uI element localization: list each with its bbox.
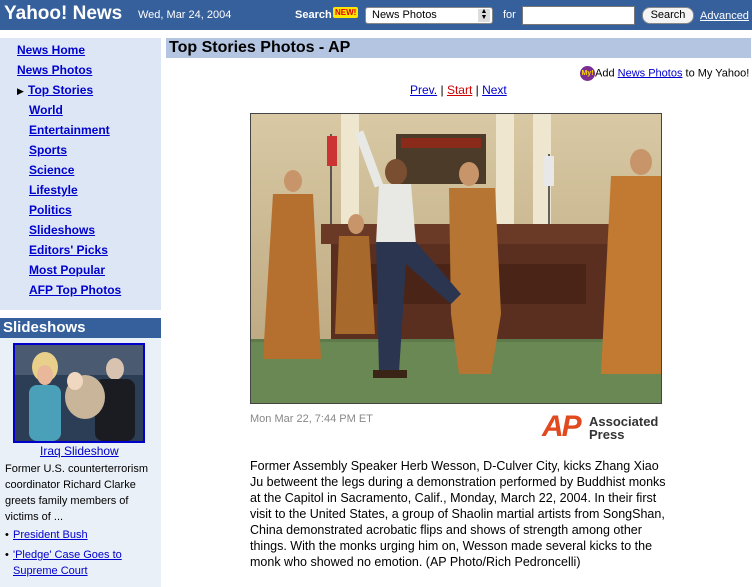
nav-science[interactable]: Science [29,163,74,177]
slideshow-thumbnail-image [15,345,143,441]
search-scope-value: News Photos [372,9,437,21]
pager-separator: | [475,83,479,97]
start-link[interactable]: Start [447,83,472,97]
add-news-photos-link[interactable]: News Photos [618,67,683,79]
photo-caption-story: Former Assembly Speaker Herb Wesson, D-C… [250,459,666,569]
nav-politics[interactable]: Politics [29,203,72,217]
slideshow-link-pledge-case-line2[interactable]: Supreme Court [13,563,88,579]
slideshow-link-pledge-case[interactable]: 'Pledge' Case Goes to [13,547,122,563]
pager-separator: | [440,83,444,97]
ap-logo-letters: AP [542,410,582,443]
search-input[interactable] [522,6,635,25]
photo-pager: Prev. | Start | Next [410,83,507,97]
nav-news-photos[interactable]: News Photos [17,63,92,77]
page-title: Top Stories Photos - AP [169,39,351,56]
slideshow-link-president-bush[interactable]: President Bush [13,527,88,543]
select-arrows-icon: ▲ ▼ [478,8,490,22]
bullet-icon: • [5,529,9,541]
nav-top-stories[interactable]: Top Stories [28,83,93,97]
bullet-icon: • [5,549,9,561]
advanced-search-link[interactable]: Advanced [700,10,749,22]
iraq-slideshow-thumbnail[interactable] [13,343,145,443]
yahoo-news-logo[interactable]: Yahoo! News [4,3,122,25]
prev-link[interactable]: Prev. [410,83,437,97]
nav-most-popular[interactable]: Most Popular [29,263,105,277]
nav-sports[interactable]: Sports [29,143,67,157]
nav-editors-picks[interactable]: Editors' Picks [29,243,108,257]
iraq-slideshow-link[interactable]: Iraq Slideshow [40,444,119,458]
photo-timestamp: Mon Mar 22, 7:44 PM ET [250,413,373,425]
nav-lifestyle[interactable]: Lifestyle [29,183,78,197]
search-button[interactable]: Search [642,7,694,24]
nav-entertainment[interactable]: Entertainment [29,123,110,137]
my-yahoo-icon: My! [580,66,595,81]
header-date: Wed, Mar 24, 2004 [138,9,232,21]
news-photo[interactable] [250,113,662,404]
add-suffix: to My Yahoo! [685,67,750,80]
nav-slideshows[interactable]: Slideshows [29,223,95,237]
news-photo-image [251,114,661,403]
slideshows-header: Slideshows [0,318,161,338]
next-link[interactable]: Next [482,83,507,97]
search-scope-select[interactable]: News Photos ▲ ▼ [365,7,493,24]
ap-logo-text: Associated Press [589,415,658,441]
top-bar: Yahoo! News Wed, Mar 24, 2004 Search NEW… [0,0,752,30]
search-label: Search [295,9,332,21]
ap-logo: AP Associated Press [542,411,664,443]
for-label: for [503,9,516,21]
nav-world[interactable]: World [29,103,63,117]
nav-news-home[interactable]: News Home [17,43,85,57]
add-to-my-yahoo: My!Add News Photos to My Yahoo! [580,66,749,81]
ap-logo-line2: Press [589,427,625,442]
slideshow-description: Former U.S. counterterrorism coordinator… [5,463,149,523]
current-section-arrow-icon: ▶ [17,86,24,96]
add-prefix: Add [595,67,615,80]
new-badge: NEW! [333,7,359,18]
main-title-bar: Top Stories Photos - AP [166,38,751,58]
nav-afp-top-photos[interactable]: AFP Top Photos [29,283,121,297]
